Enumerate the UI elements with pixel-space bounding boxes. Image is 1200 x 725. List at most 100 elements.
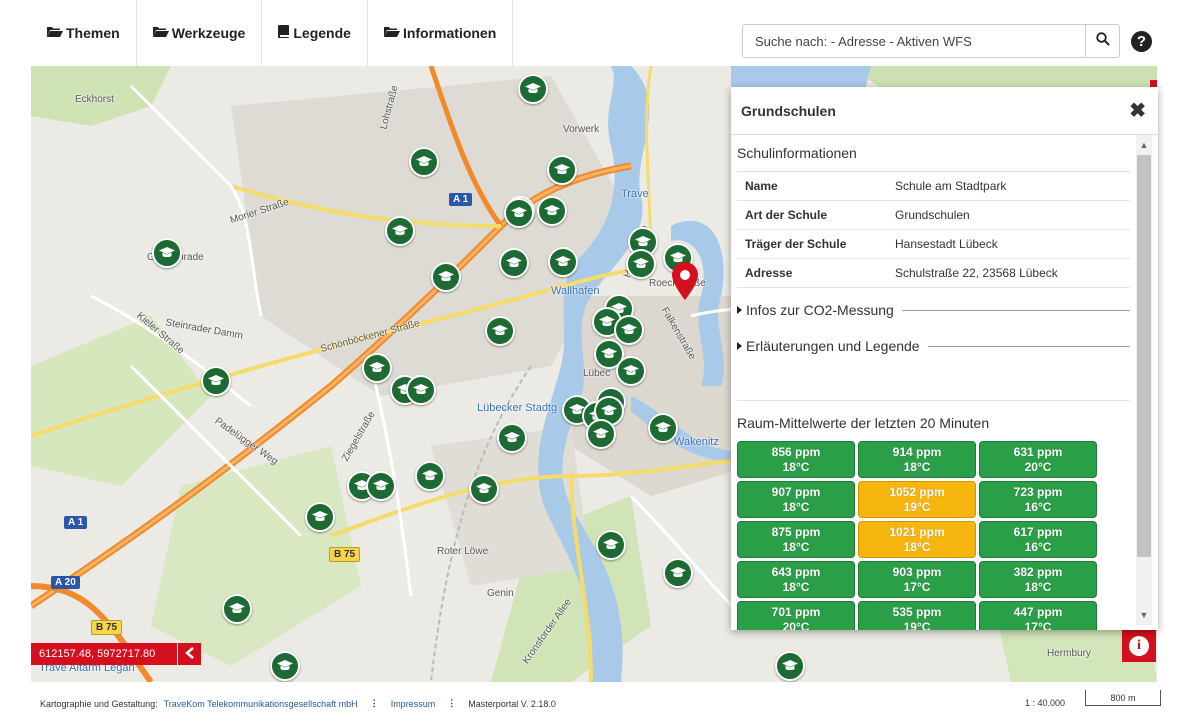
graduation-cap-icon [603,539,619,550]
graduation-cap-icon [621,324,637,335]
ppm-value: 875 ppm [771,525,821,539]
folder-open-icon [383,25,400,41]
school-marker[interactable] [415,461,445,491]
school-marker[interactable] [431,262,461,292]
school-marker[interactable] [626,249,656,279]
collapse-legend[interactable]: Erläuterungen und Legende [737,328,1130,364]
school-marker[interactable] [775,651,805,681]
temp-value: 18°C [782,540,810,554]
ppm-cell[interactable]: 631 ppm 20°C [979,441,1097,478]
info-button[interactable]: i [1122,630,1156,662]
ppm-cell[interactable]: 1052 ppm 19°C [858,481,976,518]
info-value: Grundschulen [887,200,1130,230]
ppm-cell[interactable]: 535 ppm 19°C [858,601,976,630]
graduation-cap-icon [554,164,570,175]
road-badge-a1: A 1 [64,516,88,529]
map-label: Eckhorst [75,94,114,105]
school-marker[interactable] [499,248,529,278]
help-button[interactable]: ? [1131,31,1152,52]
menu-werkzeuge[interactable]: Werkzeuge [137,0,263,66]
graduation-cap-icon [504,432,520,443]
caret-right-icon [737,342,742,350]
info-key: Art der Schule [737,200,887,230]
temp-value: 16°C [1024,500,1052,514]
info-table: Name Schule am Stadtpark Art der Schule Gru… [737,172,1130,288]
ppm-cell[interactable]: 907 ppm 18°C [737,481,855,518]
road-badge-a1: A 1 [449,193,473,206]
info-key: Name [737,172,887,201]
ppm-cell[interactable]: 447 ppm 17°C [979,601,1097,630]
search-input[interactable] [743,25,1085,57]
temp-value: 17°C [903,580,931,594]
search-icon [1095,31,1110,51]
school-marker[interactable] [305,502,335,532]
scroll-up-icon[interactable]: ▲ [1136,137,1152,153]
school-marker[interactable] [648,413,678,443]
graduation-cap-icon [506,257,522,268]
ppm-cell[interactable]: 1021 ppm 18°C [858,521,976,558]
scroll-down-icon[interactable]: ▼ [1136,607,1152,623]
school-marker[interactable] [406,375,436,405]
school-marker[interactable] [385,216,415,246]
school-marker[interactable] [518,74,548,104]
school-marker[interactable] [497,423,527,453]
ppm-cell[interactable]: 903 ppm 17°C [858,561,976,598]
ppm-cell[interactable]: 617 ppm 16°C [979,521,1097,558]
panel-scrollbar[interactable]: ▲ ▼ [1136,135,1152,625]
panel-body[interactable]: Schulinformationen Name Schule am Stadtpa… [731,135,1158,630]
ppm-cell[interactable]: 914 ppm 18°C [858,441,976,478]
ppm-cell[interactable]: 723 ppm 16°C [979,481,1097,518]
app: Themen Werkzeuge Legende Informationen ? [0,0,1200,725]
ppm-cell[interactable]: 875 ppm 18°C [737,521,855,558]
impressum-link[interactable]: Impressum [391,699,436,709]
ppm-cell[interactable]: 856 ppm 18°C [737,441,855,478]
close-icon[interactable]: ✖ [1129,101,1146,121]
school-marker[interactable] [586,419,616,449]
menu-informationen[interactable]: Informationen [368,0,514,66]
feature-info-panel: Grundschulen ✖ Schulinformationen Name Sc… [731,87,1158,630]
menu-themen[interactable]: Themen [31,0,137,66]
section-title: Schulinformationen [737,135,1130,172]
graduation-cap-icon [277,660,293,671]
graduation-cap-icon [593,428,609,439]
school-marker[interactable] [366,471,396,501]
school-marker[interactable] [222,594,252,624]
menu-items: Themen Werkzeuge Legende Informationen [31,0,514,66]
credit-link[interactable]: TraveKom Telekommunikationsgesellschaft … [164,699,358,709]
school-marker[interactable] [596,530,626,560]
school-marker[interactable] [537,196,567,226]
school-marker[interactable] [270,651,300,681]
caret-right-icon [737,306,742,314]
school-marker[interactable] [548,247,578,277]
panel-title: Grundschulen [741,102,836,119]
ppm-cell[interactable]: 701 ppm 20°C [737,601,855,630]
coordinates-toggle[interactable] [177,643,201,665]
school-marker[interactable] [469,474,499,504]
ppm-cell[interactable]: 382 ppm 18°C [979,561,1097,598]
map-label: Wallhafen [551,285,600,297]
search-button[interactable] [1085,25,1119,57]
road-badge-b75: B 75 [329,547,361,562]
menu-legende[interactable]: Legende [262,0,368,66]
school-marker[interactable] [201,366,231,396]
school-marker[interactable] [616,356,646,386]
chevron-left-icon [184,646,195,662]
school-marker[interactable] [614,315,644,345]
school-marker[interactable] [485,316,515,346]
folder-open-icon [152,25,169,41]
temp-value: 18°C [903,540,931,554]
school-marker[interactable] [409,147,439,177]
ppm-value: 535 ppm [892,605,942,619]
school-marker[interactable] [504,198,534,228]
school-marker[interactable] [663,558,693,588]
scroll-thumb[interactable] [1137,155,1151,557]
collapse-co2-info[interactable]: Infos zur CO2-Messung [737,292,1130,328]
school-marker[interactable] [152,238,182,268]
school-marker[interactable] [547,155,577,185]
info-key: Träger der Schule [737,229,887,259]
school-marker[interactable] [362,353,392,383]
graduation-cap-icon [208,375,224,386]
ppm-value: 701 ppm [771,605,821,619]
ppm-cell[interactable]: 643 ppm 18°C [737,561,855,598]
graduation-cap-icon [422,470,438,481]
